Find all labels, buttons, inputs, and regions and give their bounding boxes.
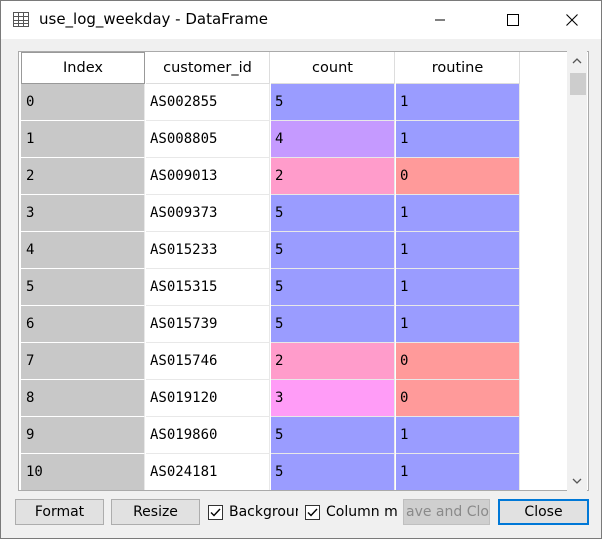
- customer-id-cell[interactable]: AS009373: [146, 195, 270, 232]
- index-cell[interactable]: 3: [21, 195, 145, 232]
- background-checkbox[interactable]: Backgrour: [208, 503, 298, 521]
- customer-id-cell[interactable]: AS024181: [146, 454, 270, 490]
- routine-cell[interactable]: 1: [396, 454, 520, 490]
- scroll-thumb[interactable]: [570, 73, 586, 95]
- count-cell[interactable]: 3: [271, 380, 395, 417]
- routine-cell[interactable]: 1: [396, 306, 520, 343]
- close-icon: [566, 14, 578, 26]
- dataframe-table[interactable]: Index customer_id count routine 0 AS00285…: [18, 51, 589, 491]
- maximize-icon: [507, 14, 519, 26]
- customer-id-cell[interactable]: AS019860: [146, 417, 270, 454]
- checkbox-box: [208, 504, 223, 520]
- column-min-checkbox-label: Column mi: [326, 504, 397, 520]
- table-grid-icon: [13, 12, 29, 27]
- count-cell[interactable]: 5: [271, 454, 395, 490]
- checkmark-icon: [210, 508, 221, 517]
- customer-id-cell[interactable]: AS019120: [146, 380, 270, 417]
- customer-id-cell[interactable]: AS015746: [146, 343, 270, 380]
- routine-cell[interactable]: 0: [396, 158, 520, 195]
- index-cell[interactable]: 6: [21, 306, 145, 343]
- index-cell[interactable]: 7: [21, 343, 145, 380]
- column-header-customer-id[interactable]: customer_id: [146, 52, 270, 84]
- count-cell[interactable]: 5: [271, 417, 395, 454]
- count-cell[interactable]: 5: [271, 195, 395, 232]
- scroll-down-button[interactable]: [567, 471, 587, 491]
- count-cell[interactable]: 5: [271, 84, 395, 121]
- count-cell[interactable]: 2: [271, 158, 395, 195]
- background-checkbox-label: Backgrour: [229, 504, 298, 520]
- index-cell[interactable]: 0: [21, 84, 145, 121]
- column-header-routine[interactable]: routine: [396, 52, 520, 84]
- minimize-icon: [435, 19, 445, 21]
- routine-cell[interactable]: 0: [396, 343, 520, 380]
- count-cell[interactable]: 5: [271, 269, 395, 306]
- index-cell[interactable]: 10: [21, 454, 145, 490]
- count-cell[interactable]: 5: [271, 232, 395, 269]
- scroll-up-button[interactable]: [567, 51, 587, 71]
- customer-id-cell[interactable]: AS015233: [146, 232, 270, 269]
- format-button[interactable]: Format: [15, 499, 104, 525]
- routine-cell[interactable]: 1: [396, 121, 520, 158]
- index-cell[interactable]: 4: [21, 232, 145, 269]
- customer-id-cell[interactable]: AS002855: [146, 84, 270, 121]
- routine-cell[interactable]: 1: [396, 417, 520, 454]
- close-button[interactable]: Close: [498, 499, 589, 525]
- index-cell[interactable]: 9: [21, 417, 145, 454]
- routine-cell[interactable]: 1: [396, 232, 520, 269]
- dataframe-window: use_log_weekday - DataFrame Index custom…: [0, 0, 602, 539]
- title-bar[interactable]: use_log_weekday - DataFrame: [1, 1, 601, 39]
- count-cell[interactable]: 4: [271, 121, 395, 158]
- column-header-count[interactable]: count: [271, 52, 395, 84]
- count-cell[interactable]: 2: [271, 343, 395, 380]
- index-cell[interactable]: 8: [21, 380, 145, 417]
- chevron-down-icon: [572, 478, 582, 484]
- chevron-up-icon: [572, 58, 582, 64]
- window-title: use_log_weekday - DataFrame: [39, 10, 268, 28]
- vertical-scrollbar[interactable]: [567, 51, 587, 491]
- customer-id-cell[interactable]: AS009013: [146, 158, 270, 195]
- close-window-button[interactable]: [549, 1, 595, 39]
- customer-id-cell[interactable]: AS015315: [146, 269, 270, 306]
- checkbox-box: [305, 504, 320, 520]
- column-min-checkbox[interactable]: Column mi: [305, 503, 397, 521]
- minimize-button[interactable]: [417, 1, 463, 39]
- routine-cell[interactable]: 1: [396, 269, 520, 306]
- index-cell[interactable]: 1: [21, 121, 145, 158]
- routine-cell[interactable]: 1: [396, 195, 520, 232]
- column-header-index[interactable]: Index: [21, 52, 145, 84]
- index-cell[interactable]: 5: [21, 269, 145, 306]
- checkmark-icon: [307, 508, 318, 517]
- customer-id-cell[interactable]: AS015739: [146, 306, 270, 343]
- count-cell[interactable]: 5: [271, 306, 395, 343]
- index-cell[interactable]: 2: [21, 158, 145, 195]
- routine-cell[interactable]: 1: [396, 84, 520, 121]
- routine-cell[interactable]: 0: [396, 380, 520, 417]
- customer-id-cell[interactable]: AS008805: [146, 121, 270, 158]
- resize-button[interactable]: Resize: [111, 499, 200, 525]
- maximize-button[interactable]: [490, 1, 536, 39]
- save-and-close-button[interactable]: ave and Clos: [403, 499, 490, 525]
